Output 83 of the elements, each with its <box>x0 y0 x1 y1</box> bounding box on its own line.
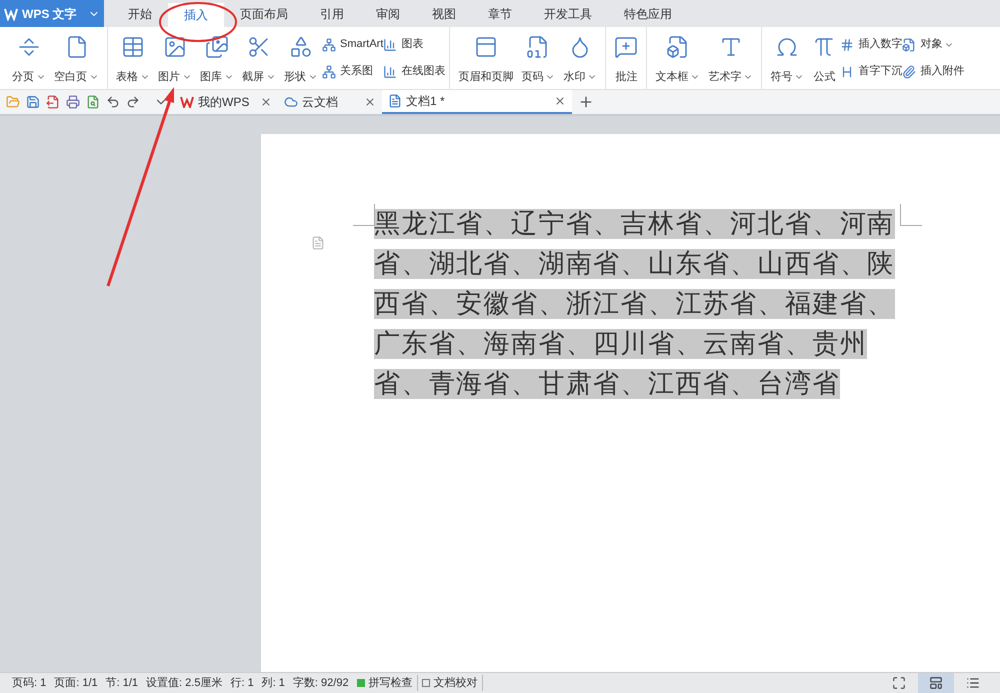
gallery-icon <box>205 35 229 59</box>
menu-tab[interactable]: 特色应用 <box>608 0 688 27</box>
tab-label: 我的WPS <box>198 94 250 111</box>
status-text: 设置值: 2.5厘米 <box>145 676 224 691</box>
w-logo-icon <box>180 96 194 108</box>
page-view-icon <box>929 676 943 690</box>
cloud-icon <box>284 95 298 109</box>
ribbon-button[interactable]: 插入数字 <box>840 36 902 53</box>
table-icon <box>121 35 145 59</box>
ribbon-button[interactable]: 图表 <box>383 36 446 53</box>
ribbon-button[interactable]: 对象 <box>902 36 964 53</box>
menu-tab[interactable]: 引用 <box>304 0 360 27</box>
header-icon <box>474 35 498 59</box>
bar-chart-icon <box>383 64 398 78</box>
bar-chart-icon <box>383 38 398 52</box>
ribbon-button[interactable]: 页码 <box>517 31 560 85</box>
fullscreen-icon[interactable] <box>892 676 906 690</box>
ribbon-button[interactable]: SmartArt <box>322 36 384 53</box>
app-menu-button[interactable]: WPS 文字 <box>0 0 104 27</box>
status-text: 字数: 92/92 <box>292 676 350 691</box>
ribbon-button[interactable]: 分页 <box>8 31 50 85</box>
document-icon <box>388 94 402 108</box>
menu-tab[interactable]: 章节 <box>472 0 528 27</box>
status-text: 页码: 1 <box>11 676 48 691</box>
save-icon[interactable] <box>26 95 40 109</box>
page-view-button[interactable] <box>918 673 954 693</box>
ribbon-button[interactable]: 在线图表 <box>383 63 446 80</box>
ribbon-button[interactable]: 批注 <box>610 31 642 85</box>
object-icon <box>902 38 916 52</box>
textbox-icon <box>666 35 690 59</box>
redo-icon[interactable] <box>126 95 140 109</box>
ribbon-button[interactable]: 公式 <box>808 31 840 85</box>
menu-tab[interactable]: 开始 <box>112 0 168 27</box>
ribbon-button[interactable]: 符号 <box>766 31 808 85</box>
undo-icon[interactable] <box>106 95 120 109</box>
status-toggle[interactable]: 拼写检查 <box>352 674 418 692</box>
document-tab[interactable]: 文档1 * <box>382 90 572 114</box>
diagram-icon <box>322 38 336 52</box>
paperclip-icon <box>902 64 916 78</box>
ribbon-button[interactable]: 艺术字 <box>704 31 758 85</box>
menu-tab[interactable]: 开发工具 <box>528 0 608 27</box>
margin-corner-drawing <box>900 204 922 226</box>
comment-icon <box>614 35 638 59</box>
new-tab-icon[interactable] <box>578 94 594 110</box>
document-tab[interactable]: 我的WPS <box>174 90 278 114</box>
ribbon-button[interactable]: 表格 <box>112 31 154 85</box>
tab-label: 文档1 * <box>406 93 445 110</box>
ribbon-button[interactable]: 水印 <box>559 31 602 85</box>
status-text: 列: 1 <box>260 676 286 691</box>
menu-tab[interactable]: 视图 <box>416 0 472 27</box>
paragraph-icon <box>311 236 325 250</box>
outline-view-icon[interactable] <box>966 676 980 690</box>
number-icon <box>840 38 854 52</box>
menu-tab[interactable]: 审阅 <box>360 0 416 27</box>
ribbon-button[interactable]: 空白页 <box>50 31 103 85</box>
document-tab[interactable]: 云文档 <box>278 90 382 114</box>
document-text: 黑龙江省、辽宁省、吉林省、河北省、河南省、湖北省、湖南省、山东省、山西省、陕西省、安徽省、浙江省、江苏省、福建省、广东省、海南省、四川省、云南省、贵州省、青海省、甘肃省、江西省、台湾省 <box>374 208 896 401</box>
diagram-icon <box>322 64 336 78</box>
close-icon[interactable] <box>554 95 566 107</box>
menu-tab[interactable]: 页面布局 <box>224 0 304 27</box>
shapes-icon <box>289 35 313 59</box>
print-icon[interactable] <box>66 95 80 109</box>
tab-label: 云文档 <box>302 94 338 111</box>
picture-icon <box>163 35 187 59</box>
export-icon[interactable] <box>46 95 60 109</box>
status-text: 行: 1 <box>229 676 255 691</box>
ribbon-button[interactable]: 图库 <box>196 31 238 85</box>
logo-icon <box>4 6 18 20</box>
menu-tab[interactable]: 插入 <box>168 3 224 27</box>
ribbon-button[interactable]: 图片 <box>154 31 196 85</box>
preview-icon[interactable] <box>86 95 100 109</box>
status-text: 节: 1/1 <box>104 676 140 691</box>
ribbon-button[interactable]: 截屏 <box>238 31 280 85</box>
status-toggle[interactable]: 文档校对 <box>418 674 483 692</box>
ribbon-button[interactable]: 文本框 <box>651 31 704 85</box>
close-icon[interactable] <box>364 96 376 108</box>
ribbon-button[interactable]: 关系图 <box>322 63 384 80</box>
ribbon-button[interactable]: 页眉和页脚 <box>454 31 518 85</box>
ribbon-button[interactable]: 插入附件 <box>902 63 964 80</box>
status-text: 页面: 1/1 <box>53 676 99 691</box>
ribbon-button[interactable]: 形状 <box>280 31 322 85</box>
close-icon[interactable] <box>260 96 272 108</box>
ribbon-button[interactable]: 首字下沉 <box>840 63 902 80</box>
